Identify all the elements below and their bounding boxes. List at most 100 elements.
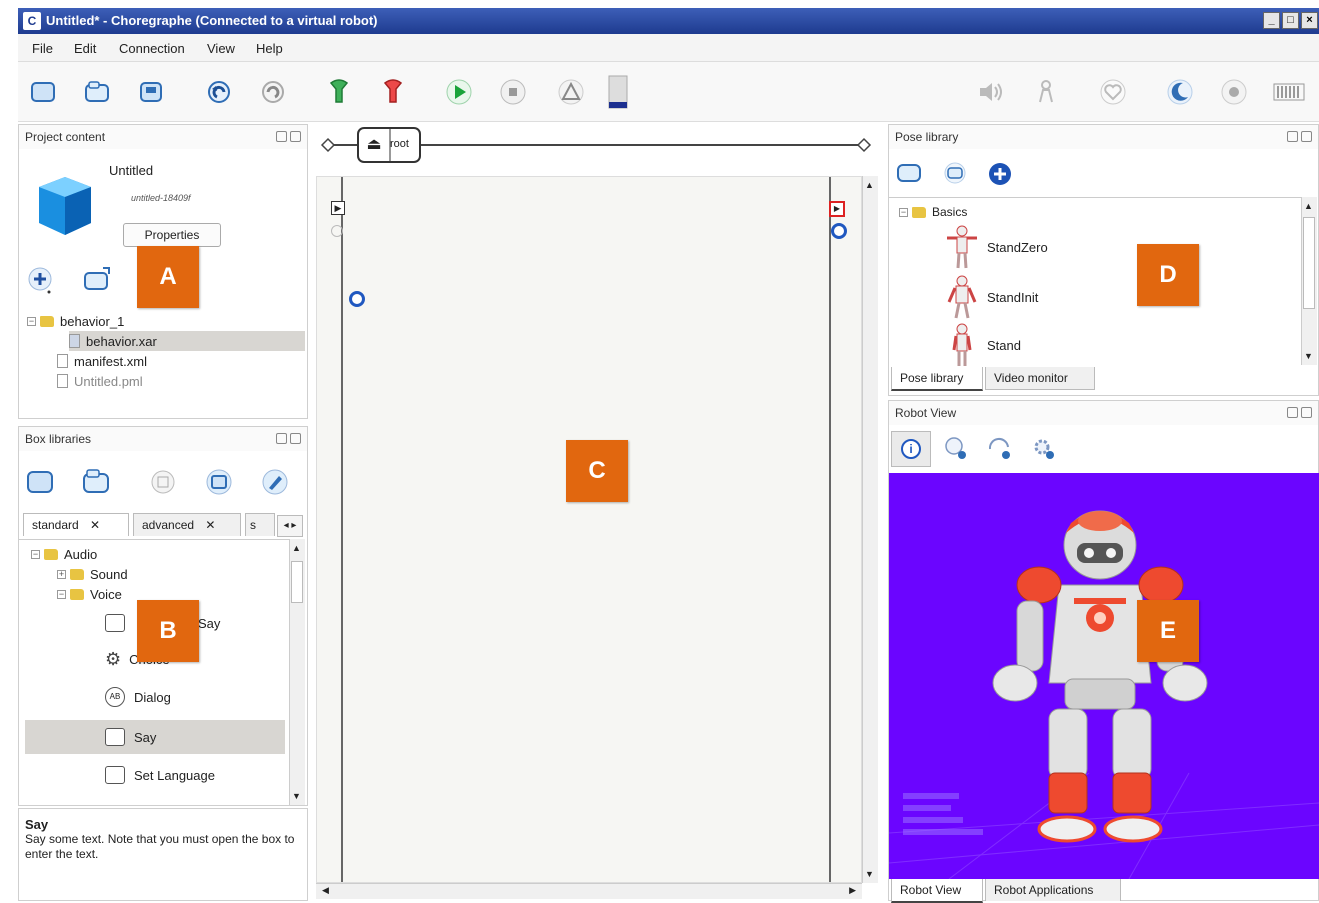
menu-file[interactable]: File [32, 41, 53, 56]
wake-up-button[interactable] [1217, 76, 1251, 108]
add-item-button[interactable] [25, 265, 59, 295]
open-box-library-button[interactable] [81, 467, 115, 499]
pose-item-stand-zero[interactable]: StandZero [945, 224, 1048, 270]
close-panel-icon[interactable] [1301, 407, 1312, 418]
tab-standard[interactable]: standard ✕ [23, 513, 129, 536]
flow-canvas[interactable]: ▶ ▶ [316, 176, 862, 883]
menu-view[interactable]: View [207, 41, 235, 56]
undock-icon[interactable] [1287, 131, 1298, 142]
pose-item-stand[interactable]: Stand [945, 322, 1021, 368]
robot-settings-view-button[interactable] [1029, 435, 1059, 463]
tree-item-pml[interactable]: Untitled.pml [57, 371, 143, 391]
tree-item-audio[interactable]: − Audio [31, 544, 97, 564]
new-project-button[interactable] [26, 76, 60, 108]
pose-item-stand-init[interactable]: StandInit [945, 274, 1038, 320]
robot-3d-viewport[interactable] [889, 473, 1319, 879]
motor-stiffness-button[interactable] [1029, 76, 1063, 108]
menu-edit[interactable]: Edit [74, 41, 96, 56]
close-panel-icon[interactable] [290, 131, 301, 142]
debug-warning-button[interactable] [554, 76, 588, 108]
tab-pose-library[interactable]: Pose library [891, 367, 983, 391]
open-pose-library-button[interactable] [941, 161, 971, 187]
root-label[interactable]: root [390, 138, 409, 150]
close-tab-icon[interactable]: ✕ [205, 518, 215, 532]
robot-joint-view-button[interactable] [941, 435, 971, 463]
scroll-up-arrow-icon[interactable]: ▲ [865, 180, 874, 190]
stop-button[interactable] [496, 76, 530, 108]
add-pose-button[interactable] [987, 161, 1017, 187]
scrollbar-thumb[interactable] [1303, 217, 1315, 309]
onstart-input-icon[interactable]: ▶ [331, 201, 345, 215]
flow-horizontal-scrollbar[interactable]: ◀ ▶ [316, 883, 862, 899]
library-settings-button[interactable] [147, 467, 181, 499]
scroll-down-arrow-icon[interactable]: ▼ [865, 869, 874, 879]
tree-item-sound[interactable]: + Sound [57, 564, 128, 584]
volume-level-indicator[interactable] [601, 75, 635, 109]
menu-connection[interactable]: Connection [119, 41, 185, 56]
collapse-icon[interactable]: − [27, 316, 36, 326]
menu-help[interactable]: Help [256, 41, 283, 56]
tab-robot-view[interactable]: Robot View [891, 879, 983, 903]
undo-button[interactable] [202, 76, 236, 108]
undock-icon[interactable] [276, 131, 287, 142]
save-box-library-button[interactable] [203, 467, 237, 499]
close-tab-icon[interactable]: ✕ [90, 518, 100, 532]
onstopped-output-icon[interactable]: ▶ [829, 201, 845, 217]
maximize-button[interactable]: □ [1282, 12, 1299, 29]
add-input-icon[interactable] [349, 291, 365, 307]
robot-rotate-view-button[interactable] [985, 435, 1015, 463]
tree-item-manifest[interactable]: manifest.xml [57, 351, 147, 371]
autonomous-life-button[interactable] [1096, 76, 1130, 108]
collapse-icon[interactable]: − [899, 207, 908, 217]
scroll-up-arrow-icon[interactable]: ▲ [292, 543, 301, 553]
redo-button[interactable] [256, 76, 290, 108]
minimize-button[interactable]: _ [1263, 12, 1280, 29]
new-box-library-button[interactable] [25, 467, 59, 499]
scroll-up-arrow-icon[interactable]: ▲ [1304, 201, 1313, 211]
collapse-icon[interactable]: − [57, 589, 66, 599]
close-button[interactable]: × [1301, 12, 1318, 29]
open-project-button[interactable] [80, 76, 114, 108]
tab-third-library[interactable]: s [245, 513, 275, 536]
robot-info-button[interactable]: i [891, 431, 931, 467]
scroll-down-arrow-icon[interactable]: ▼ [1304, 351, 1313, 361]
expand-icon[interactable]: + [57, 569, 66, 579]
undock-icon[interactable] [1287, 407, 1298, 418]
onstop-input-icon[interactable] [331, 225, 343, 237]
tree-item-behavior-xar[interactable]: behavior.xar [69, 331, 305, 351]
close-panel-icon[interactable] [290, 433, 301, 444]
close-panel-icon[interactable] [1301, 131, 1312, 142]
new-pose-library-button[interactable] [895, 161, 925, 187]
connect-button[interactable] [322, 76, 356, 108]
flow-vertical-scrollbar[interactable]: ▲ ▼ [862, 176, 878, 883]
tree-item-say[interactable]: Say [25, 720, 285, 754]
tree-item-set-language[interactable]: Set Language [105, 762, 215, 788]
box-tree-scrollbar[interactable]: ▲ ▼ [289, 539, 305, 805]
add-output-icon[interactable] [831, 223, 847, 239]
tab-advanced[interactable]: advanced ✕ [133, 513, 241, 536]
tab-scroll-arrows[interactable]: ◂ ▸ [277, 515, 303, 537]
tab-video-monitor[interactable]: Video monitor [985, 367, 1095, 390]
import-item-button[interactable] [81, 265, 115, 295]
properties-button[interactable]: Properties [123, 223, 221, 247]
tree-item-basics[interactable]: − Basics [899, 202, 967, 222]
tree-item-behavior-folder[interactable]: − behavior_1 [27, 311, 124, 331]
edit-box-library-button[interactable] [259, 467, 293, 499]
scrollbar-thumb[interactable] [291, 561, 303, 603]
speaker-volume-button[interactable] [974, 76, 1008, 108]
collapse-icon[interactable]: − [31, 549, 40, 559]
save-project-button[interactable] [134, 76, 168, 108]
rest-button[interactable] [1163, 76, 1197, 108]
tree-item-dialog[interactable]: AB Dialog [105, 684, 171, 710]
pose-tree-scrollbar[interactable]: ▲ ▼ [1301, 197, 1317, 365]
tab-label: standard [32, 518, 79, 532]
play-button[interactable] [442, 76, 476, 108]
scroll-down-arrow-icon[interactable]: ▼ [292, 791, 301, 801]
tab-robot-applications[interactable]: Robot Applications [985, 879, 1121, 901]
undock-icon[interactable] [276, 433, 287, 444]
root-box-icon[interactable]: ⏏ [362, 134, 386, 156]
tree-item-voice[interactable]: − Voice [57, 584, 122, 604]
disconnect-button[interactable] [376, 76, 410, 108]
scroll-left-arrow-icon[interactable]: ◀ [322, 885, 329, 896]
scroll-right-arrow-icon[interactable]: ▶ [849, 885, 856, 896]
